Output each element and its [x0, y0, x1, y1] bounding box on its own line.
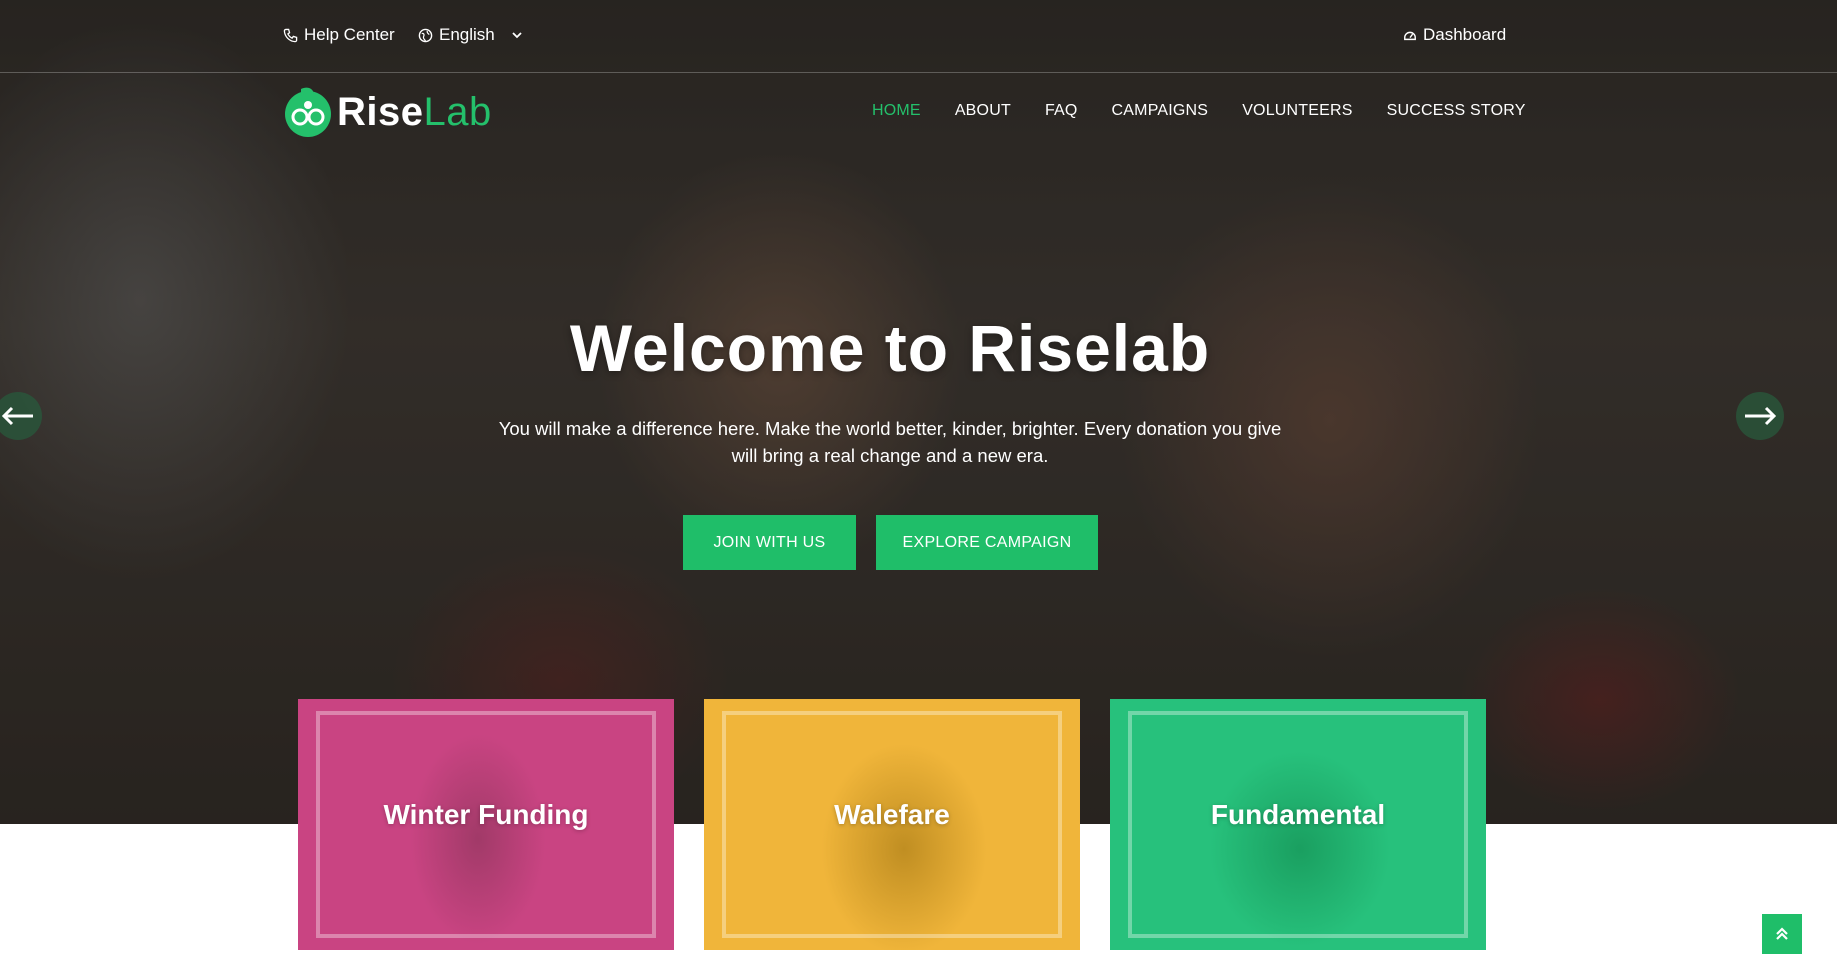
card-label: Walefare [834, 799, 950, 830]
brand-name: RiseLab [337, 90, 492, 135]
explore-campaign-button[interactable]: EXPLORE CAMPAIGN [876, 515, 1098, 570]
card-label: Fundamental [1210, 799, 1386, 830]
help-center-link[interactable]: Help Center [283, 25, 395, 45]
brand-name-rise: Rise [337, 89, 424, 134]
arrow-left-icon [1, 406, 35, 426]
scroll-to-top-button[interactable] [1762, 914, 1802, 954]
hero-subtitle: You will make a difference here. Make th… [498, 418, 1282, 466]
phone-icon [283, 28, 298, 43]
help-center-label: Help Center [304, 25, 395, 44]
dashboard-link[interactable]: Dashboard [1403, 25, 1506, 45]
category-card-fundamental[interactable]: Fundamental [1110, 699, 1486, 950]
card-label: Winter Funding [383, 799, 589, 830]
double-chevron-up-icon [1775, 926, 1789, 942]
category-card-walefare[interactable]: Walefare [704, 699, 1080, 950]
dashboard-label: Dashboard [1423, 25, 1507, 44]
brand-logo[interactable]: RiseLab [283, 86, 492, 138]
slider-next-button[interactable] [1736, 392, 1784, 440]
nav-volunteers[interactable]: VOLUNTEERS [1242, 102, 1352, 120]
dashboard-icon [1403, 28, 1417, 42]
hero-title: Welcome to Riselab [569, 311, 1211, 385]
nav-success-story[interactable]: SUCCESS STORY [1387, 102, 1526, 120]
nav-home[interactable]: HOME [872, 102, 921, 120]
nav-campaigns[interactable]: CAMPAIGNS [1112, 102, 1209, 120]
join-with-us-button[interactable]: JOIN WITH US [683, 515, 856, 570]
arrow-right-icon [1743, 406, 1777, 426]
main-navbar: RiseLab HOME ABOUT FAQ CAMPAIGNS VOLUNTE… [0, 74, 1837, 154]
chevron-down-icon [511, 29, 523, 41]
language-label: English [439, 25, 495, 44]
language-selector[interactable]: English [418, 25, 523, 45]
logo-icon [283, 86, 333, 138]
nav-about[interactable]: ABOUT [955, 102, 1011, 120]
top-bar: Help Center English Dashboard [0, 0, 1837, 73]
nav-menu: HOME ABOUT FAQ CAMPAIGNS VOLUNTEERS SUCC… [872, 102, 1560, 120]
brand-name-lab: Lab [423, 89, 492, 134]
category-card-winter-funding[interactable]: Winter Funding [298, 699, 674, 950]
globe-icon [418, 28, 433, 43]
nav-faq[interactable]: FAQ [1045, 102, 1078, 120]
